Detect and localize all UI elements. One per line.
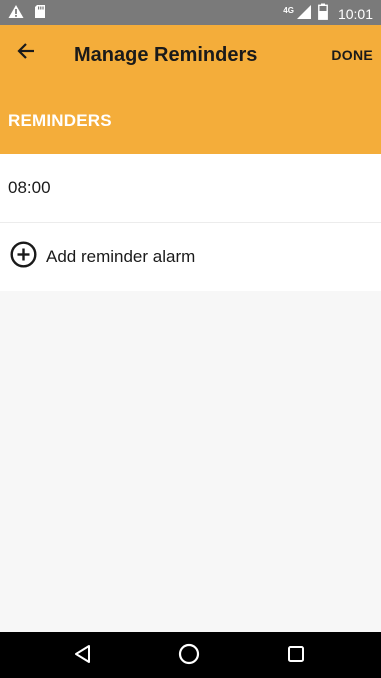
status-clock: 10:01 (337, 6, 373, 22)
reminder-list: 08:00 Add reminder alarm (0, 154, 381, 291)
recents-square-icon (286, 644, 306, 669)
nav-recents-button[interactable] (285, 645, 307, 667)
add-circle-icon (10, 241, 37, 273)
add-reminder-button[interactable]: Add reminder alarm (0, 223, 381, 291)
reminder-item[interactable]: 08:00 (0, 154, 381, 223)
signal-icon (296, 4, 312, 25)
status-bar-left (8, 4, 46, 24)
app-bar: Manage Reminders DONE REMINDERS (0, 25, 381, 154)
nav-home-button[interactable] (178, 643, 200, 670)
status-bar-right: 4G 10:01 (283, 3, 373, 25)
page-title: Manage Reminders (74, 44, 258, 66)
back-button[interactable] (12, 39, 40, 67)
sd-card-icon (34, 4, 46, 24)
done-button[interactable]: DONE (331, 47, 373, 63)
warning-icon (8, 4, 24, 24)
add-reminder-label: Add reminder alarm (46, 247, 196, 266)
arrow-back-icon (16, 41, 36, 66)
navigation-bar (0, 632, 381, 678)
battery-icon (318, 3, 328, 25)
reminder-time: 08:00 (8, 178, 51, 197)
nav-back-button[interactable] (72, 644, 94, 669)
back-triangle-icon (73, 644, 93, 669)
status-bar: 4G 10:01 (0, 0, 381, 25)
network-type-label: 4G (283, 5, 294, 15)
screen: 4G 10:01 Manage Reminders DONE REMINDERS… (0, 0, 381, 678)
home-circle-icon (178, 643, 200, 670)
section-header-reminders: REMINDERS (8, 111, 112, 130)
